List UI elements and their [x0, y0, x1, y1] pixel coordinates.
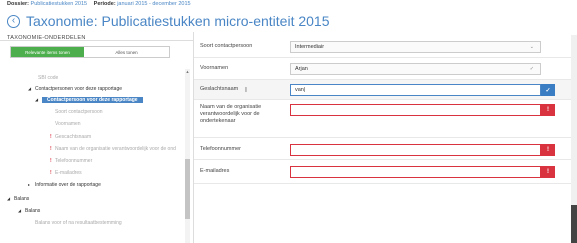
field-label: Soort contactpersoon [200, 43, 253, 49]
field-label: Naam van de organisatie verantwoordelijk… [200, 104, 262, 124]
exclamation-icon[interactable]: ! [541, 144, 555, 156]
dossier-link[interactable]: Publicatiestukken 2015 [31, 1, 88, 7]
form-row: Telefoonnummer ! [194, 138, 577, 160]
exclamation-icon[interactable]: ! [541, 166, 555, 178]
tree-item[interactable]: ◢ Balans [18, 206, 40, 216]
tree-item[interactable]: Soort contactpersoon [55, 107, 103, 117]
field-value: Intermediair [295, 44, 325, 50]
surname-field[interactable]: van| [290, 84, 541, 96]
phone-field[interactable] [290, 144, 541, 156]
taxonomy-panel: Relevante items tonen Alles tonen SBI co… [0, 40, 193, 243]
period-label: Periode: [93, 1, 116, 7]
tree-item[interactable]: Voornamen [55, 119, 81, 129]
caret-right-icon[interactable]: ▸ [28, 180, 35, 190]
chevron-down-icon: ⌄ [529, 44, 534, 50]
field-label: Telefoonnummer [200, 146, 241, 152]
tree-scrollbar[interactable]: ▲ [185, 69, 190, 243]
tree-item[interactable]: ! Gescachtsnaam [50, 132, 91, 142]
check-icon[interactable]: ✓ [541, 84, 555, 96]
chevron-left-icon[interactable]: ‹ [7, 14, 20, 28]
field-value: Arjan [295, 66, 308, 72]
caret-down-icon[interactable]: ◢ [7, 194, 14, 204]
tree-item[interactable]: ! Naam van de organisatie verantwoordelij… [50, 144, 176, 154]
organisation-name-field[interactable] [290, 104, 541, 116]
caret-down-icon[interactable]: ◢ [28, 84, 35, 94]
first-names-field[interactable]: Arjan ✓ [290, 63, 541, 75]
caret-down-icon[interactable]: ◢ [18, 206, 25, 216]
page-header: ‹ Taxonomie: Publicatiestukken micro-ent… [0, 10, 577, 32]
period-link[interactable]: januari 2015 - december 2015 [117, 1, 190, 7]
tree-item[interactable]: ▸ Informatie over de rapportage [28, 180, 101, 190]
text-cursor-icon: I [245, 87, 247, 94]
filter-toggle: Relevante items tonen Alles tonen [10, 46, 170, 58]
scroll-up-icon[interactable]: ▲ [185, 69, 190, 74]
field-label: E-mailadres [200, 168, 230, 174]
email-field[interactable] [290, 166, 541, 178]
field-value: van| [295, 87, 306, 93]
tree-item[interactable]: ! E-mailadres [50, 168, 82, 178]
tree-item[interactable]: ! Telefoonnummer [50, 156, 92, 166]
tree-item[interactable]: ◢ Contactpersonen voor deze rapportage [28, 84, 122, 94]
scrollbar-thumb[interactable] [185, 159, 190, 219]
form-row: E-mailadres ! [194, 160, 577, 184]
tree-item-selected[interactable]: ◢ Contactpersoon voor deze rapportage [35, 95, 143, 105]
form-row: Voornamen Arjan ✓ [194, 58, 577, 80]
exclamation-icon[interactable]: ! [541, 104, 555, 116]
tree-item[interactable]: ◢ Balans [7, 194, 29, 204]
field-label: Voornamen [200, 65, 229, 71]
tree-item[interactable]: SBI code [38, 73, 58, 83]
tree-item[interactable]: Balans voor of na resultaatbestemming [35, 218, 122, 228]
detail-form: Soort contactpersoon Intermediair ⌄ Voor… [193, 32, 577, 243]
scrollbar-thumb[interactable] [571, 205, 577, 243]
dossier-bar: Dossier: Publicatiestukken 2015 Periode:… [0, 0, 577, 8]
form-row: Geslachtsnaam van| ✓ [194, 80, 577, 100]
form-row: Soort contactpersoon Intermediair ⌄ [194, 38, 577, 58]
check-icon: ✓ [529, 66, 534, 72]
caret-down-icon[interactable]: ◢ [35, 95, 42, 105]
dossier-label: Dossier: [7, 1, 30, 7]
page-scrollbar[interactable] [571, 35, 577, 243]
all-items-button[interactable]: Alles tonen [84, 47, 169, 57]
page-title: Taxonomie: Publicatiestukken micro-entit… [26, 13, 330, 29]
form-row: Naam van de organisatie verantwoordelijk… [194, 100, 577, 138]
contact-type-select[interactable]: Intermediair ⌄ [290, 41, 541, 53]
relevant-items-button[interactable]: Relevante items tonen [11, 47, 84, 57]
